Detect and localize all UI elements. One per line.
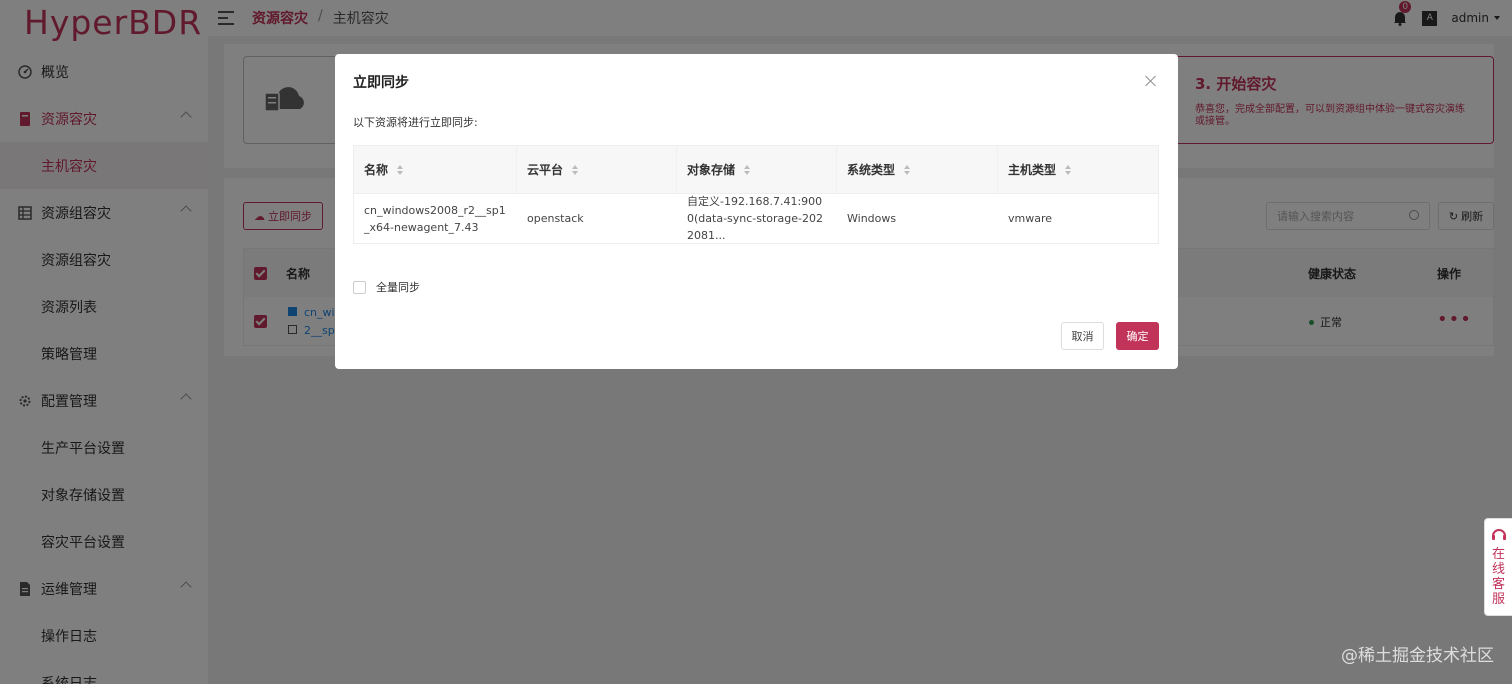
cell-object-storage: 自定义-192.168.7.41:9000(data-sync-storage-… [687, 195, 824, 242]
sync-now-dialog: 立即同步 以下资源将进行立即同步: 名称 云平台 对象存储 系统类型 主机类型 … [335, 54, 1178, 369]
cell-os-type: Windows [847, 212, 897, 225]
column-header-name[interactable]: 名称 [354, 146, 517, 193]
sort-icon [397, 164, 404, 175]
dialog-title: 立即同步 [353, 75, 409, 91]
confirm-button[interactable]: 确定 [1116, 322, 1159, 350]
sort-icon [1065, 164, 1072, 175]
sort-icon [744, 164, 751, 175]
full-sync-option[interactable]: 全量同步 [353, 279, 420, 295]
sync-resources-table: 名称 云平台 对象存储 系统类型 主机类型 cn_windows2008_r2_… [353, 145, 1159, 244]
column-header-cloud-platform[interactable]: 云平台 [517, 146, 677, 193]
online-service-label: 在线客服 [1491, 547, 1505, 607]
online-service-widget[interactable]: 在线客服 [1484, 518, 1512, 616]
watermark: @稀土掘金技术社区 [1341, 646, 1494, 666]
full-sync-checkbox[interactable] [353, 280, 366, 294]
table-header: 名称 云平台 对象存储 系统类型 主机类型 [354, 146, 1158, 194]
headset-icon [1491, 529, 1506, 540]
cancel-button[interactable]: 取消 [1061, 322, 1104, 350]
column-header-object-storage[interactable]: 对象存储 [677, 146, 837, 193]
close-icon[interactable] [1144, 74, 1158, 88]
cell-host-type: vmware [1008, 212, 1053, 225]
sort-icon [904, 164, 911, 175]
cell-cloud-platform: openstack [527, 212, 584, 225]
dialog-description: 以下资源将进行立即同步: [353, 116, 478, 129]
sort-icon [572, 164, 579, 175]
column-header-host-type[interactable]: 主机类型 [998, 146, 1158, 193]
table-row: cn_windows2008_r2__sp1_x64-newagent_7.43… [354, 194, 1158, 243]
column-header-os-type[interactable]: 系统类型 [837, 146, 998, 193]
full-sync-label: 全量同步 [376, 281, 420, 294]
cell-name: cn_windows2008_r2__sp1_x64-newagent_7.43 [364, 203, 506, 234]
